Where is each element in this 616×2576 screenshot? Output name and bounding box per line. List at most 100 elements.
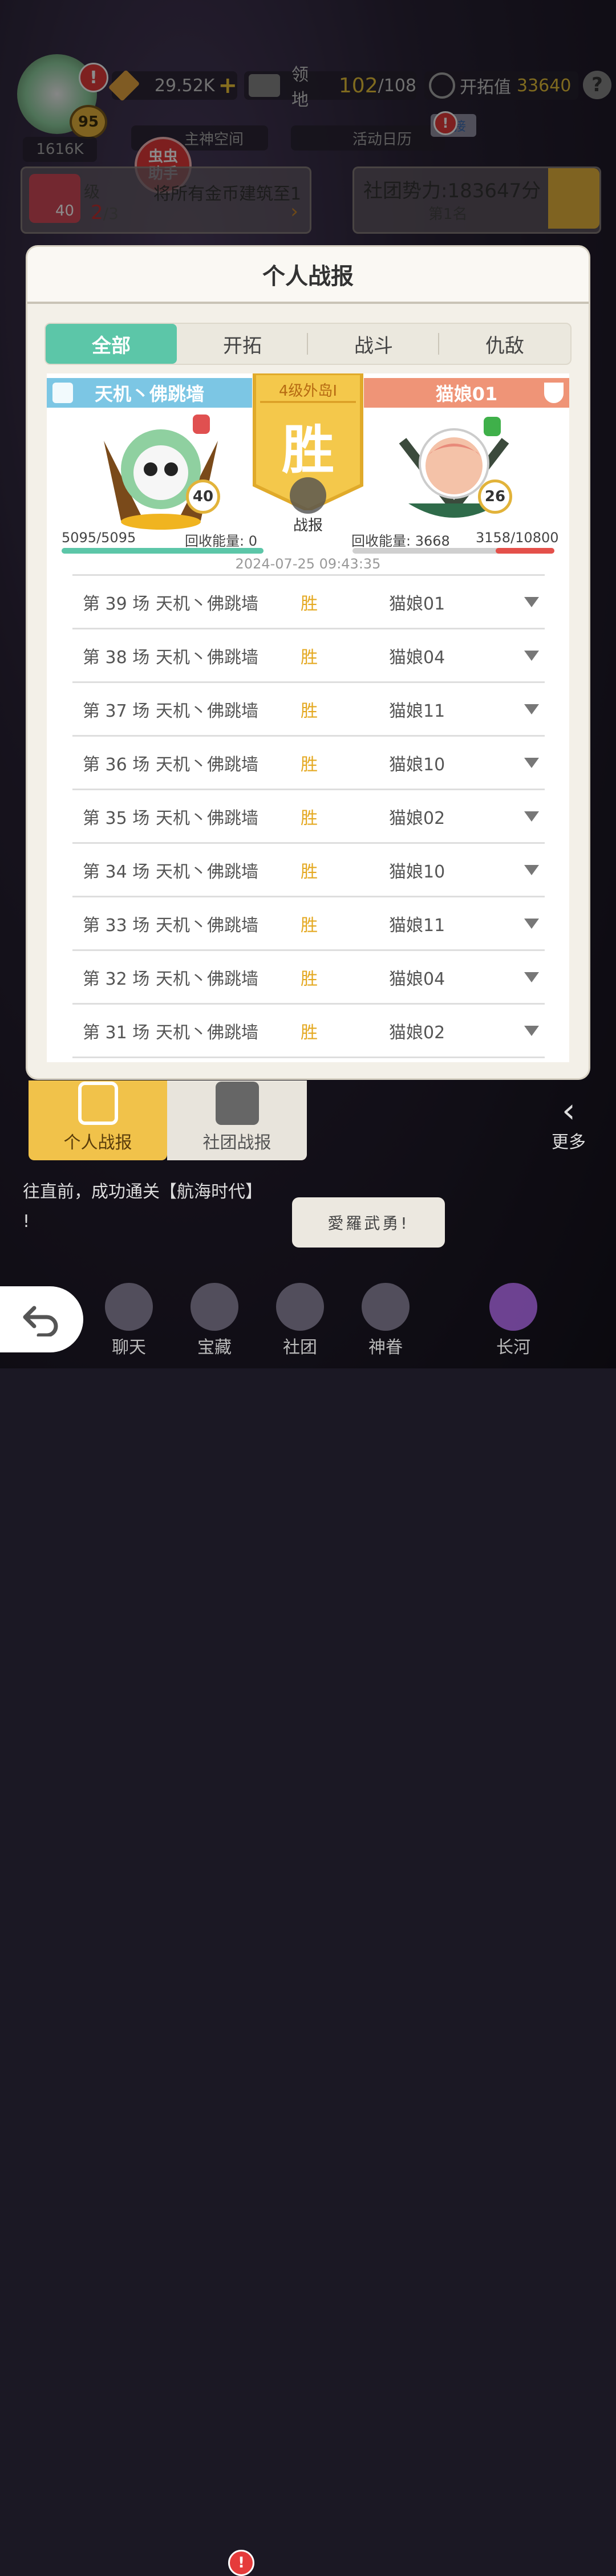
battle-report-label: 战报 bbox=[293, 517, 323, 534]
player-panda-avatar-icon bbox=[104, 429, 218, 530]
round-opponent-name: 猫娘11 bbox=[389, 701, 445, 721]
report-clipboard-icon bbox=[290, 477, 326, 514]
player-hp-bar-fill bbox=[62, 548, 264, 554]
round-result: 胜 bbox=[301, 862, 318, 882]
blessing-star-icon bbox=[362, 1283, 410, 1331]
treasure-icon bbox=[191, 1283, 238, 1331]
expand-arrow-icon[interactable] bbox=[524, 1025, 539, 1036]
opponent-hp-bar-fill bbox=[495, 548, 554, 554]
round-player-name: 天机丶佛跳墙 bbox=[156, 647, 258, 668]
round-opponent-name: 猫娘10 bbox=[389, 862, 445, 882]
opponent-hp-bar-track bbox=[352, 548, 554, 554]
player-emblem bbox=[98, 418, 224, 532]
round-row[interactable]: 第 31 场天机丶佛跳墙 胜 猫娘02 bbox=[72, 1003, 545, 1058]
round-result: 胜 bbox=[301, 915, 318, 936]
nav-river-label: 长河 bbox=[496, 1338, 530, 1358]
tab-all-label: 全部 bbox=[92, 334, 131, 357]
nav-treasure-label: 宝藏 bbox=[197, 1338, 232, 1358]
round-result: 胜 bbox=[301, 969, 318, 989]
round-player-name: 天机丶佛跳墙 bbox=[156, 754, 258, 775]
round-number: 第 39 场 bbox=[83, 594, 150, 614]
round-result: 胜 bbox=[301, 701, 318, 721]
round-row[interactable]: 第 37 场天机丶佛跳墙 胜 猫娘11 bbox=[72, 681, 545, 735]
opponent-name: 猫娘01 bbox=[435, 383, 498, 405]
round-player-name: 天机丶佛跳墙 bbox=[156, 862, 258, 882]
expand-arrow-icon[interactable] bbox=[524, 596, 539, 607]
expand-arrow-icon[interactable] bbox=[524, 811, 539, 822]
back-arrow-icon bbox=[23, 1306, 58, 1336]
personal-report-tab[interactable]: 个人战报 bbox=[29, 1080, 167, 1160]
round-player-name: 天机丶佛跳墙 bbox=[156, 808, 258, 828]
battle-timestamp: 2024-07-25 09:43:35 bbox=[235, 556, 381, 572]
round-result: 胜 bbox=[301, 754, 318, 775]
battle-report-button[interactable]: 战报 bbox=[284, 477, 332, 534]
round-number: 第 32 场 bbox=[83, 969, 150, 989]
round-result: 胜 bbox=[301, 647, 318, 668]
round-row[interactable]: 第 32 场天机丶佛跳墙 胜 猫娘04 bbox=[72, 949, 545, 1003]
guild-report-tab[interactable]: 社团战报 bbox=[167, 1080, 307, 1160]
dialog-header: 个人战报 bbox=[27, 247, 589, 304]
expand-arrow-icon[interactable] bbox=[524, 650, 539, 661]
back-button[interactable] bbox=[0, 1286, 83, 1352]
filter-tabs: 全部 开拓 战斗 仇敌 bbox=[44, 323, 572, 365]
player-hp-text: 5095/5095 bbox=[62, 530, 136, 546]
expand-arrow-icon[interactable] bbox=[524, 918, 539, 929]
round-opponent-name: 猫娘01 bbox=[389, 594, 445, 614]
nav-blessing-label: 神眷 bbox=[368, 1338, 403, 1358]
bottom-navigation: 聊天 ! 宝藏 社团 神眷 长河 bbox=[0, 1277, 616, 2576]
lightning-shield-icon bbox=[544, 383, 564, 403]
battle-location: 4级外岛I bbox=[278, 383, 338, 400]
round-row[interactable]: 第 39 场天机丶佛跳墙 胜 猫娘01 bbox=[72, 574, 545, 628]
more-button[interactable]: ‹ 更多 bbox=[543, 1094, 594, 1156]
round-opponent-name: 猫娘10 bbox=[389, 754, 445, 775]
scroll-icon bbox=[215, 1082, 259, 1125]
expand-arrow-icon[interactable] bbox=[524, 757, 539, 768]
river-portal-icon bbox=[489, 1283, 537, 1331]
round-number: 第 36 场 bbox=[83, 754, 150, 775]
nav-blessing[interactable]: 神眷 bbox=[357, 1283, 414, 1358]
round-list: 第 39 场天机丶佛跳墙胜猫娘01 第 38 场天机丶佛跳墙胜猫娘04 第 37 场… bbox=[72, 574, 545, 1058]
nav-chat-label: 聊天 bbox=[112, 1338, 146, 1358]
round-opponent-name: 猫娘11 bbox=[389, 915, 445, 936]
round-player-name: 天机丶佛跳墙 bbox=[156, 594, 258, 614]
expand-arrow-icon[interactable] bbox=[524, 972, 539, 982]
player-level-badge-report: 40 bbox=[186, 480, 220, 514]
tab-battle[interactable]: 战斗 bbox=[308, 324, 439, 364]
report-content[interactable]: 天机丶佛跳墙 猫娘01 4级外岛I 胜 战报 40 26 5095/5095 回… bbox=[47, 373, 569, 1062]
nav-guild-label: 社团 bbox=[283, 1338, 317, 1358]
green-hand-icon bbox=[484, 417, 501, 436]
round-number: 第 37 场 bbox=[83, 701, 150, 721]
round-row[interactable]: 第 35 场天机丶佛跳墙 胜 猫娘02 bbox=[72, 789, 545, 842]
battle-result-big: 胜 bbox=[281, 420, 334, 481]
nav-treasure[interactable]: 宝藏 bbox=[186, 1283, 243, 1358]
round-row[interactable]: 第 34 场天机丶佛跳墙 胜 猫娘10 bbox=[72, 842, 545, 896]
clipboard-icon bbox=[78, 1082, 118, 1125]
round-opponent-name: 猫娘04 bbox=[389, 969, 445, 989]
victory-hand-icon bbox=[193, 415, 210, 434]
tab-enemy[interactable]: 仇敌 bbox=[439, 324, 570, 364]
tab-explore-label: 开拓 bbox=[223, 334, 262, 357]
quest-line-2: ! bbox=[23, 1212, 30, 1232]
round-row[interactable]: 第 36 场天机丶佛跳墙 胜 猫娘10 bbox=[72, 735, 545, 789]
round-player-name: 天机丶佛跳墙 bbox=[156, 1022, 258, 1043]
expand-arrow-icon[interactable] bbox=[524, 704, 539, 714]
round-number: 第 35 场 bbox=[83, 808, 150, 828]
guild-report-tab-label: 社团战报 bbox=[202, 1133, 271, 1153]
expand-arrow-icon[interactable] bbox=[524, 864, 539, 875]
tab-enemy-label: 仇敌 bbox=[485, 334, 524, 357]
nav-chat[interactable]: 聊天 bbox=[100, 1283, 157, 1358]
opponent-recover-text: 回收能量: 3668 bbox=[351, 533, 450, 549]
player-name: 天机丶佛跳墙 bbox=[94, 383, 204, 405]
nav-guild[interactable]: 社团 bbox=[271, 1283, 329, 1358]
tab-all[interactable]: 全部 bbox=[46, 324, 177, 364]
tab-explore[interactable]: 开拓 bbox=[177, 324, 308, 364]
tab-battle-label: 战斗 bbox=[354, 334, 393, 357]
speech-bubble: 愛羅武勇! bbox=[292, 1197, 445, 1248]
opponent-name-banner: 猫娘01 bbox=[364, 378, 569, 408]
round-number: 第 31 场 bbox=[83, 1022, 150, 1043]
nav-river[interactable]: 长河 bbox=[485, 1283, 542, 1358]
round-opponent-name: 猫娘02 bbox=[389, 1022, 445, 1043]
quest-line-1: 往直前，成功通关【航海时代】 bbox=[23, 1182, 262, 1202]
round-row[interactable]: 第 38 场天机丶佛跳墙 胜 猫娘04 bbox=[72, 628, 545, 681]
round-row[interactable]: 第 33 场天机丶佛跳墙 胜 猫娘11 bbox=[72, 896, 545, 949]
